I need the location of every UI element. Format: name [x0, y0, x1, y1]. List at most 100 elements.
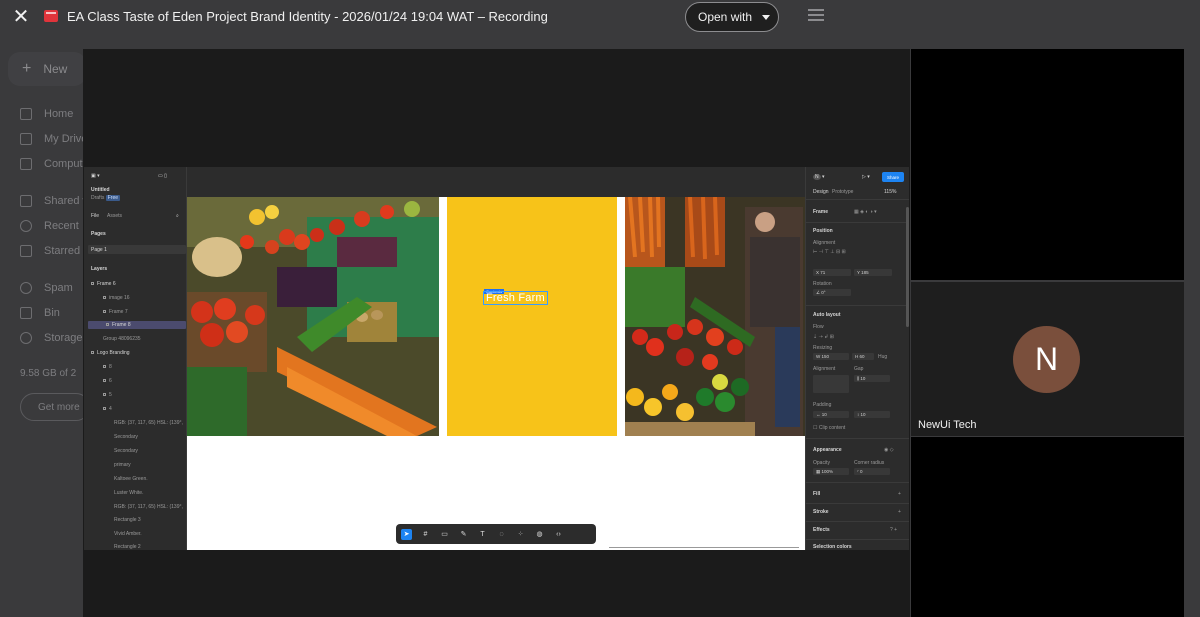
layer-item[interactable]: Frame 6 — [91, 281, 116, 287]
alignment-grid[interactable] — [813, 375, 849, 393]
layer-item[interactable]: image 16 — [103, 295, 130, 301]
add-fill-icon[interactable]: + — [898, 491, 901, 497]
nav-recent[interactable]: Recent — [20, 220, 79, 232]
layer-label: Vivid Amber. — [114, 531, 142, 537]
figma-canvas[interactable]: Contents Fresh Farm ➤ # ▭ ✎ T ◌ ⁘ ◍ ‹› — [187, 167, 805, 550]
frame-tool-icon[interactable]: # — [420, 529, 431, 540]
layer-item[interactable]: 8 — [103, 364, 112, 370]
hug-label[interactable]: Hug — [878, 354, 887, 360]
rotation-field[interactable]: ∠ 0° — [813, 289, 851, 296]
layer-item[interactable]: primary — [114, 462, 131, 468]
nav-starred[interactable]: Starred — [20, 245, 80, 257]
new-button[interactable]: + New — [8, 52, 86, 86]
fresh-farm-text[interactable]: Fresh Farm — [483, 291, 548, 305]
panel-scrollbar[interactable] — [906, 207, 909, 327]
tab-file[interactable]: File — [91, 213, 99, 219]
opacity-label: Opacity — [813, 460, 830, 466]
market-vendor-image — [625, 197, 805, 436]
opacity-field[interactable]: ▦ 100% — [813, 468, 849, 475]
canvas-scrollbar[interactable] — [609, 547, 799, 548]
tab-assets[interactable]: Assets — [107, 213, 122, 219]
nav-home[interactable]: Home — [20, 108, 73, 120]
nav-bin[interactable]: Bin — [20, 307, 60, 319]
visibility-icons[interactable]: ◉ ◇ — [884, 447, 894, 453]
user-avatar[interactable]: N ▾ — [813, 174, 825, 180]
rectangle-tool-icon[interactable]: ▭ — [439, 529, 450, 540]
x-position-field[interactable]: X 71 — [813, 269, 851, 276]
height-field[interactable]: H 60 — [852, 353, 874, 360]
frame-action-icons[interactable]: ▦ ◈ ◐ ◑ ▾ — [854, 209, 877, 215]
layer-label: 6 — [109, 378, 112, 384]
nav-label: My Drive — [44, 133, 88, 145]
effects-icons[interactable]: ? + — [890, 527, 897, 533]
actions-tool-icon[interactable]: ⁘ — [515, 529, 526, 540]
cloud-icon — [20, 332, 32, 344]
layer-item[interactable]: Rectangle 3 — [114, 517, 141, 523]
move-tool-icon[interactable]: ➤ — [401, 528, 412, 540]
present-icon[interactable]: ▷ ▾ — [862, 174, 870, 180]
nav-label: Spam — [44, 282, 73, 294]
pen-tool-icon[interactable]: ✎ — [458, 529, 469, 540]
search-icon[interactable]: ⌕ — [176, 213, 179, 219]
layer-item[interactable]: 4 — [103, 406, 112, 412]
bin-icon — [20, 307, 32, 319]
rotation-label: Rotation — [813, 281, 832, 287]
gap-value: 10 — [860, 376, 866, 381]
yellow-frame[interactable] — [447, 197, 617, 436]
corner-radius-field[interactable]: ◜ 0 — [854, 468, 890, 475]
design-mode-icon[interactable]: ◍ — [534, 529, 545, 540]
nav-my-drive[interactable]: My Drive — [20, 133, 87, 145]
layer-item[interactable]: 5 — [103, 392, 112, 398]
share-button[interactable]: Share — [882, 172, 904, 182]
storage-usage: 9.58 GB of 2 — [20, 368, 77, 379]
layer-item[interactable]: RGB: (37, 117, 65) HSL: (139°, — [114, 420, 183, 426]
gap-field[interactable]: ⫼ 10 — [854, 375, 890, 382]
open-with-button[interactable]: Open with — [685, 2, 779, 32]
padding-h-field[interactable]: ↔ 10 — [813, 411, 849, 418]
alignment-buttons[interactable]: ⊢ ⊣ ⊤ ⊥ ⊟ ⊞ — [813, 249, 846, 255]
clip-content-checkbox[interactable]: ☐ Clip content — [813, 425, 845, 431]
padding-v-field[interactable]: ↕ 10 — [854, 411, 890, 418]
layer-item[interactable]: Secondary — [114, 434, 138, 440]
layer-item[interactable]: Secondary — [114, 448, 138, 454]
star-icon — [20, 245, 32, 257]
width-field[interactable]: W 150 — [813, 353, 849, 360]
layer-item[interactable]: Logo Branding — [91, 350, 130, 356]
clip-label: Clip content — [818, 425, 846, 431]
frame-heading[interactable]: Frame — [813, 209, 828, 215]
fill-heading: Fill — [813, 491, 821, 497]
layer-item[interactable]: Rectangle 2 — [114, 544, 141, 550]
clock-icon — [20, 220, 32, 232]
layer-item[interactable]: Vivid Amber. — [114, 531, 142, 537]
tab-design[interactable]: Design — [813, 189, 829, 195]
nav-storage[interactable]: Storage — [20, 332, 83, 344]
file-location-label: Drafts — [91, 195, 105, 201]
nav-spam[interactable]: Spam — [20, 282, 73, 294]
comment-tool-icon[interactable]: ◌ — [496, 529, 507, 540]
layer-label: Secondary — [114, 434, 138, 440]
add-stroke-icon[interactable]: + — [898, 509, 901, 515]
y-position-field[interactable]: Y 185 — [854, 269, 892, 276]
divider — [806, 482, 909, 483]
layer-item[interactable]: RGB: (37, 117, 65) HSL: (139°, — [114, 504, 183, 510]
stroke-heading: Stroke — [813, 509, 829, 515]
dev-mode-icon[interactable]: ‹› — [553, 529, 564, 540]
get-more-storage-button[interactable]: Get more — [20, 393, 90, 421]
market-produce-image — [187, 197, 439, 436]
layer-item[interactable]: Kaltoee Green. — [114, 476, 148, 482]
tab-prototype[interactable]: Prototype — [832, 189, 853, 195]
divider — [806, 438, 909, 439]
text-tool-icon[interactable]: T — [477, 529, 488, 540]
flow-buttons[interactable]: ⇣ ⇢ ↲ ⊞ — [813, 334, 834, 340]
plus-icon: + — [22, 60, 32, 77]
zoom-level[interactable]: 115% — [884, 189, 896, 195]
layer-item[interactable]: Group 48096235 — [103, 336, 141, 342]
details-icon[interactable] — [808, 9, 824, 23]
effects-heading: Effects — [813, 527, 830, 533]
layer-item-selected[interactable]: Frame 8 — [106, 322, 131, 328]
layer-item[interactable]: 6 — [103, 378, 112, 384]
page-item[interactable]: Page 1 — [91, 247, 107, 253]
layer-item[interactable]: Frame 7 — [103, 309, 128, 315]
close-icon[interactable]: ✕ — [11, 7, 31, 27]
layer-item[interactable]: Luster White. — [114, 490, 143, 496]
